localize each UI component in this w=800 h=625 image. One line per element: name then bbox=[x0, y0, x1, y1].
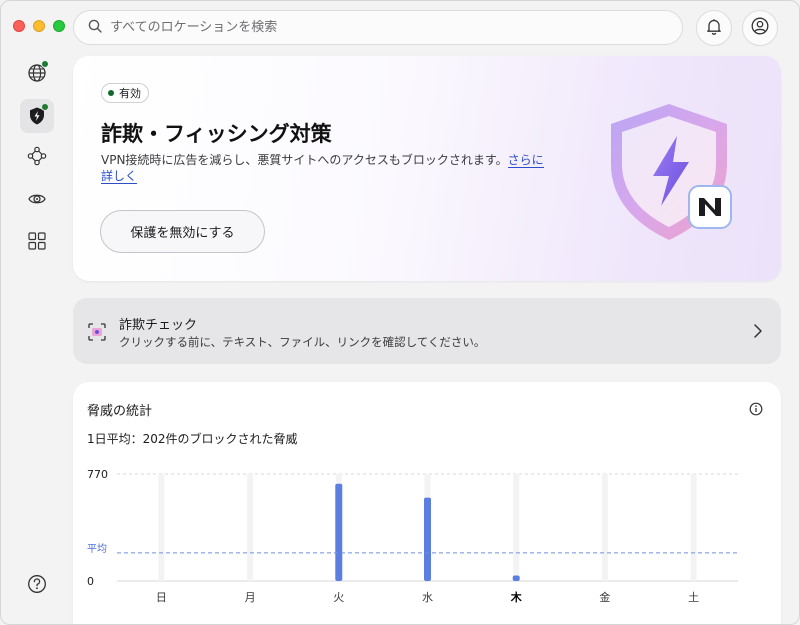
page-title: 詐欺・フィッシング対策 bbox=[101, 122, 332, 146]
eye-radar-icon bbox=[27, 189, 47, 213]
search-input[interactable] bbox=[110, 20, 670, 35]
user-icon bbox=[751, 17, 769, 39]
sidebar-item-threat-protection[interactable] bbox=[20, 99, 54, 133]
help-icon bbox=[27, 574, 47, 598]
window-controls bbox=[13, 20, 65, 32]
status-dot bbox=[108, 90, 114, 96]
bar-track bbox=[513, 474, 520, 581]
sidebar-item-apps[interactable] bbox=[20, 226, 54, 260]
close-window-button[interactable] bbox=[13, 20, 25, 32]
bar bbox=[512, 575, 520, 581]
globe-icon bbox=[27, 60, 49, 83]
threat-protection-card: 有効 詐欺・フィッシング対策 VPN接続時に広告を減らし、悪質サイトへのアクセス… bbox=[73, 56, 781, 281]
threats-bar-chart: 770 0 日 月 火 水 木 金 土 平均 bbox=[87, 468, 738, 604]
x-tick-label: 月 bbox=[245, 591, 256, 604]
feature-description: VPN接続時に広告を減らし、悪質サイトへのアクセスもブロックされます。さらに詳し… bbox=[101, 152, 551, 184]
status-badge-label: 有効 bbox=[119, 87, 141, 100]
x-tick-label: 水 bbox=[422, 591, 433, 604]
x-tick-label: 金 bbox=[599, 590, 610, 604]
bar-track bbox=[158, 474, 165, 581]
notifications-button[interactable] bbox=[696, 10, 732, 46]
description-text: VPN接続時に広告を減らし、悪質サイトへのアクセスもブロックされます。 bbox=[101, 153, 508, 167]
daily-average-text: 1日平均：202件のブロックされた脅威 bbox=[87, 432, 298, 446]
x-tick-label: 日 bbox=[156, 591, 167, 604]
bar-track bbox=[690, 474, 697, 581]
threat-stats-card: 脅威の統計 1日平均：202件のブロックされた脅威 770 0 日 月 火 水 木 金 土 平均 bbox=[73, 382, 781, 624]
sidebar-item-locations[interactable] bbox=[20, 56, 54, 90]
scam-check-row[interactable]: 詐欺チェック クリックする前に、テキスト、ファイル、リンクを確認してください。 bbox=[73, 298, 781, 364]
shield-illustration bbox=[603, 98, 743, 252]
grid-icon bbox=[28, 232, 46, 254]
stats-title: 脅威の統計 bbox=[87, 404, 153, 419]
connected-status-dot bbox=[41, 60, 49, 68]
shield-bolt-icon bbox=[27, 103, 49, 126]
scam-check-subtitle: クリックする前に、テキスト、ファイル、リンクを確認してください。 bbox=[119, 335, 486, 349]
search-bar[interactable] bbox=[73, 10, 683, 45]
status-badge: 有効 bbox=[101, 83, 149, 103]
account-button[interactable] bbox=[742, 10, 778, 46]
zoom-window-button[interactable] bbox=[53, 20, 65, 32]
bar bbox=[424, 497, 431, 581]
bar bbox=[335, 483, 343, 581]
average-label: 平均 bbox=[87, 543, 107, 555]
disable-protection-button[interactable]: 保護を無効にする bbox=[100, 210, 265, 253]
scan-icon bbox=[87, 322, 107, 346]
app-window: 有効 詐欺・フィッシング対策 VPN接続時に広告を減らし、悪質サイトへのアクセス… bbox=[0, 0, 800, 625]
search-icon bbox=[88, 18, 102, 37]
bar-track bbox=[247, 474, 254, 581]
x-tick-label: 火 bbox=[333, 591, 344, 604]
info-icon[interactable] bbox=[749, 401, 763, 420]
active-status-dot bbox=[41, 103, 49, 111]
chevron-right-icon bbox=[753, 323, 763, 343]
help-button[interactable] bbox=[20, 569, 54, 603]
bar-track bbox=[601, 474, 608, 581]
y-tick-label-min: 0 bbox=[87, 575, 94, 588]
x-tick-label: 土 bbox=[688, 591, 699, 604]
y-tick-label-max: 770 bbox=[87, 468, 108, 481]
meshnet-icon bbox=[27, 146, 47, 170]
sidebar-item-dark-web-monitor[interactable] bbox=[20, 184, 54, 218]
scam-check-title: 詐欺チェック bbox=[119, 318, 198, 333]
minimize-window-button[interactable] bbox=[33, 20, 45, 32]
bell-icon bbox=[706, 18, 722, 39]
x-tick-label: 木 bbox=[510, 590, 523, 604]
sidebar-item-meshnet[interactable] bbox=[20, 141, 54, 175]
